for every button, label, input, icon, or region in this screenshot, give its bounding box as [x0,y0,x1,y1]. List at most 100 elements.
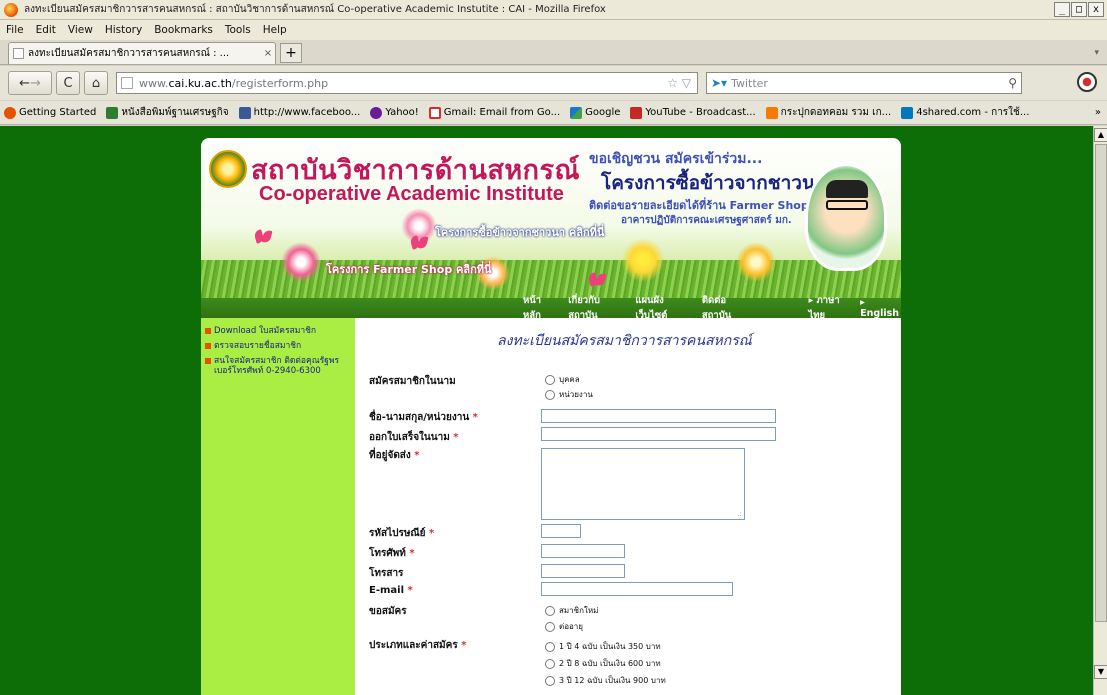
zip-label: รหัสไปรษณีย์ * [369,528,435,539]
name-input[interactable] [541,409,776,423]
search-bar[interactable]: ➤▾ Twitter ⚲ [706,72,1022,94]
window-title: ลงทะเบียนสมัครสมาชิกวารสารคนสหกรณ์ : สถา… [24,4,606,15]
menu-history[interactable]: History [105,24,142,36]
maximize-button[interactable]: □ [1071,2,1087,17]
radio-circle[interactable] [545,605,555,616]
site-title-english: Co-operative Academic Institute [259,183,564,205]
rice-project-link[interactable]: โครงการซื้อข้าวจากชาวนา คลิกที่นี่ [435,223,604,241]
butterfly-decoration [255,230,271,244]
twitter-icon[interactable]: ➤▾ [711,76,727,90]
type-label: ประเภทและค่าสมัคร * [369,640,467,651]
bookmark-item[interactable]: YouTube - Broadcast... [630,106,756,119]
radio-type-2year[interactable]: 2 ปี 8 ฉบับ เป็นเงิน 600 บาท [545,657,661,670]
zip-input[interactable] [541,524,581,538]
radio-type-3year[interactable]: 3 ปี 12 ฉบับ เป็นเงิน 900 บาท [545,674,666,687]
flower-decoration [281,242,321,282]
page-viewport: สถาบันวิชาการด้านสหกรณ์ Co-operative Aca… [0,126,1093,695]
radio-new-member[interactable]: สมาชิกใหม่ [545,604,598,617]
menu-help[interactable]: Help [263,24,287,36]
bookmark-item[interactable]: Gmail: Email from Go... [428,106,560,119]
bookmark-icon [4,106,16,119]
bullet-icon [205,358,211,364]
radio-organization[interactable]: หน่วยงาน [545,388,593,401]
addon-icon[interactable] [1077,72,1097,92]
radio-circle[interactable] [545,641,555,652]
window-controls: _ □ x [1054,2,1104,17]
nav-english[interactable]: ▸ English [860,297,901,319]
back-forward-button[interactable]: ← → [8,71,52,95]
scroll-up-icon[interactable]: ▲ [1094,128,1107,142]
bookmark-item[interactable]: Getting Started [4,106,96,119]
address-textarea[interactable]: .: [541,448,745,520]
bookmark-item[interactable]: หนังสือพิมพ์ฐานเศรษฐกิจ [106,105,229,120]
tab-register[interactable]: ลงทะเบียนสมัครสมาชิกวารสารคนสหกรณ์ : ...… [8,42,276,64]
radio-circle[interactable] [545,621,555,632]
home-button[interactable]: ⌂ [84,71,108,95]
search-icon[interactable]: ⚲ [1008,76,1017,90]
phone-label: โทรศัพท์ * [369,548,415,559]
minimize-button[interactable]: _ [1054,2,1070,17]
scrollbar-thumb[interactable] [1095,144,1107,622]
bullet-icon [205,343,211,349]
farmer-shop-link[interactable]: โครงการ Farmer Shop คลิกที่นี่ [326,260,492,278]
radio-renew[interactable]: ต่ออายุ [545,620,583,633]
required-mark: * [461,640,467,651]
sidebar-item-contact[interactable]: สนใจสมัครสมาชิก ติดต่อคุณรัฐพร เบอร์โทรศ… [205,356,351,376]
bookmark-item[interactable]: Yahoo! [370,106,419,119]
navigation-toolbar: ← → C ⌂ www. cai.ku.ac.th/registerform.ph… [0,66,1107,100]
page-icon [13,48,24,59]
url-prefix: www. [139,76,169,90]
menu-view[interactable]: View [68,24,93,36]
back-icon[interactable]: ← [19,76,30,91]
email-label: E-mail * [369,585,413,596]
bookmarks-overflow-icon[interactable]: » [1095,107,1101,118]
tab-title: ลงทะเบียนสมัครสมาชิกวารสารคนสหกรณ์ : ... [28,48,230,59]
receipt-input[interactable] [541,427,776,441]
sidebar-item-download[interactable]: Download ใบสมัครสมาชิก [205,326,351,336]
radio-circle[interactable] [545,389,555,400]
scroll-down-icon[interactable]: ▼ [1094,665,1107,679]
resize-grip-icon[interactable]: .: [737,510,742,518]
radio-individual[interactable]: บุคคล [545,373,580,386]
reload-icon: C [63,75,73,91]
bookmark-star-icon[interactable]: ☆ ▽ [667,76,691,90]
banner-invite: ขอเชิญชวน สมัครเข้าร่วม... [589,151,763,167]
sidebar-item-check-members[interactable]: ตรวจสอบรายชื่อสมาชิก [205,341,351,351]
reload-button[interactable]: C [56,71,80,95]
sidebar-item-label: ตรวจสอบรายชื่อสมาชิก [214,341,302,351]
fax-input[interactable] [541,564,625,578]
address-label: ที่อยู่จัดส่ง * [369,450,420,461]
site-identity-icon[interactable] [121,77,133,89]
menu-bar: File Edit View History Bookmarks Tools H… [0,20,1107,40]
close-button[interactable]: x [1088,2,1104,17]
receipt-label: ออกใบเสร็จในนาม * [369,432,459,443]
phone-input[interactable] [541,544,625,558]
tab-list-icon[interactable]: ▾ [1094,48,1099,58]
cai-logo [209,150,247,188]
email-input[interactable] [541,582,733,596]
radio-circle[interactable] [545,675,555,686]
required-mark: * [407,585,413,596]
menu-edit[interactable]: Edit [36,24,56,36]
flower-decoration [736,242,776,282]
menu-tools[interactable]: Tools [225,24,251,36]
bookmark-item[interactable]: กระปุกดอทคอม รวม เก... [765,105,891,120]
vertical-scrollbar[interactable]: ▲ ▼ [1093,126,1107,695]
forward-icon[interactable]: → [30,76,41,91]
bookmark-item[interactable]: 4shared.com - การใช้... [901,105,1029,120]
new-tab-button[interactable]: + [280,43,302,63]
mascot-avatar [805,163,887,271]
menu-file[interactable]: File [6,24,24,36]
tab-close-icon[interactable]: × [261,48,275,59]
home-icon: ⌂ [91,75,101,91]
facebook-icon [238,106,251,119]
radio-circle[interactable] [545,374,555,385]
request-label: ขอสมัคร [369,606,407,617]
radio-circle[interactable] [545,658,555,669]
bookmark-item[interactable]: Google [570,106,620,119]
menu-bookmarks[interactable]: Bookmarks [154,24,213,36]
radio-type-1year[interactable]: 1 ปี 4 ฉบับ เป็นเงิน 350 บาท [545,640,661,653]
url-bar[interactable]: www. cai.ku.ac.th/registerform.php ☆ ▽ [116,72,698,94]
yahoo-icon [370,106,383,119]
bookmark-item[interactable]: http://www.faceboo... [238,106,360,119]
